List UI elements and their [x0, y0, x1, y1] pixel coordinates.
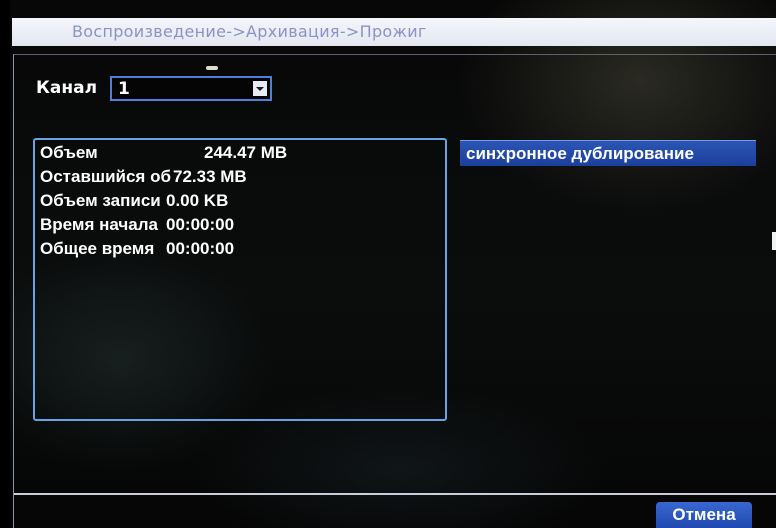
sync-backup-label: синхронное дублирование [466, 144, 694, 163]
sync-backup-button[interactable]: синхронное дублирование [460, 140, 756, 166]
dvr-screen: Воспроизведение->Архивация->Прожиг Канал… [0, 0, 776, 528]
info-value: 0.00 KB [166, 191, 229, 210]
info-value: 244.47 MB [204, 143, 288, 162]
info-row-start-time: Время начала 00:00:00 [40, 214, 444, 236]
burn-info-panel: Объем 244.47 MB Оставшийся об 72.33 MB О… [33, 138, 447, 421]
channel-select-value: 1 [118, 79, 130, 99]
edge-marker [772, 232, 776, 250]
info-label: Объем [40, 143, 98, 162]
info-row-volume: Объем 244.47 MB [40, 142, 444, 164]
channel-label: Канал [36, 78, 98, 98]
info-value: 72.33 MB [173, 167, 247, 186]
chevron-down-icon[interactable] [253, 81, 267, 96]
cancel-button[interactable]: Отмена [656, 502, 752, 528]
info-row-record-volume: Объем записи 0.00 KB [40, 190, 444, 212]
title-bar: Воспроизведение->Архивация->Прожиг [12, 18, 776, 46]
breadcrumb: Воспроизведение->Архивация->Прожиг [72, 22, 427, 41]
info-label: Общее время [40, 239, 155, 258]
bottom-divider [14, 493, 776, 495]
cancel-label: Отмена [672, 505, 736, 524]
screen-bezel [0, 0, 10, 528]
info-row-remaining: Оставшийся об 72.33 MB [40, 166, 444, 188]
info-value: 00:00:00 [166, 215, 235, 234]
screen-glare [206, 66, 218, 70]
info-value: 00:00:00 [166, 239, 235, 258]
info-label: Оставшийся об [40, 167, 171, 186]
channel-select[interactable]: 1 [110, 76, 272, 101]
info-row-total-time: Общее время 00:00:00 [40, 238, 444, 260]
